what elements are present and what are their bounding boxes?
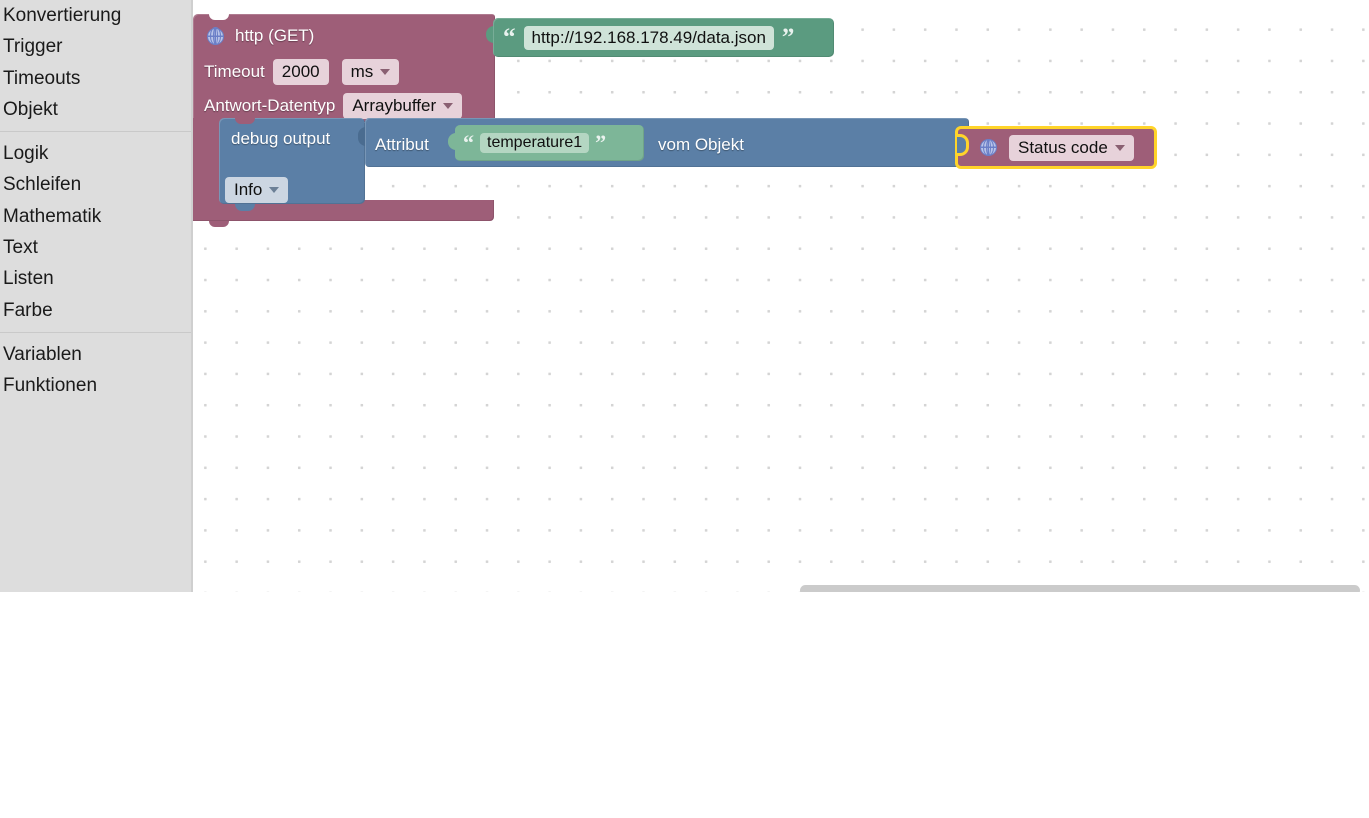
block-http-top-notch xyxy=(209,14,229,20)
block-text-url[interactable]: “ http://192.168.178.49/data.json ” xyxy=(493,18,834,57)
toolbox-group-3: Variablen Funktionen xyxy=(0,339,191,402)
block-http-left-column xyxy=(193,118,221,204)
block-attribute-value[interactable]: temperature1 xyxy=(480,133,590,153)
block-http-timeout-row: Timeout 2000 ms xyxy=(204,59,400,85)
close-quote-icon: ” xyxy=(781,24,795,51)
block-http-title: http (GET) xyxy=(235,26,315,45)
block-status-code[interactable]: Status code xyxy=(955,126,1157,169)
globe-icon xyxy=(980,138,997,157)
chevron-down-icon xyxy=(380,69,391,75)
chevron-down-icon xyxy=(1114,144,1125,151)
block-debug-level-label: Info xyxy=(234,180,263,199)
chevron-down-icon xyxy=(269,187,280,193)
chevron-down-icon xyxy=(443,103,454,109)
toolbox-item-logik[interactable]: Logik xyxy=(0,138,191,169)
toolbox-separator-1 xyxy=(0,131,191,133)
block-http-timeout-label: Timeout xyxy=(204,62,265,81)
toolbox-item-objekt[interactable]: Objekt xyxy=(0,94,191,125)
block-status-code-value: Status code xyxy=(1018,137,1108,157)
toolbox-sidebar: Konvertierung Trigger Timeouts Objekt Lo… xyxy=(0,0,191,592)
block-http-datatype-dropdown[interactable]: Arraybuffer xyxy=(343,93,463,119)
block-attribute-label: Attribut xyxy=(375,135,429,154)
toolbox-item-funktionen[interactable]: Funktionen xyxy=(0,370,191,401)
block-http-datatype-row: Antwort-Datentyp Arraybuffer xyxy=(204,93,463,119)
blockly-workspace-canvas[interactable]: http (GET) Timeout 2000 ms Antwort-Daten… xyxy=(193,0,1369,592)
open-quote-icon: “ xyxy=(503,24,516,51)
toolbox-group-1: Konvertierung Trigger Timeouts Objekt xyxy=(0,0,191,125)
open-quote-icon: “ xyxy=(463,130,474,155)
block-debug-top-notch xyxy=(235,118,255,124)
globe-icon xyxy=(207,27,224,45)
block-http-datatype-value: Arraybuffer xyxy=(352,96,437,115)
block-text-temperature[interactable]: “ temperature1 ” xyxy=(455,125,644,161)
block-attribute-object-row: vom Objekt xyxy=(658,135,744,155)
block-debug-title-row: debug output xyxy=(231,129,330,149)
block-attribute-object-label: vom Objekt xyxy=(658,135,744,154)
log-panel: javascript.0 22:14:45.722 info Start Jav… xyxy=(0,600,1369,818)
toolbox-item-trigger[interactable]: Trigger xyxy=(0,31,191,62)
toolbox-item-variablen[interactable]: Variablen xyxy=(0,339,191,370)
toolbox-item-konvertierung[interactable]: Konvertierung xyxy=(0,0,191,31)
block-http-datatype-label: Antwort-Datentyp xyxy=(204,96,336,115)
block-http-bottom-notch xyxy=(209,221,229,227)
toolbox-item-listen[interactable]: Listen xyxy=(0,263,191,294)
workspace-horizontal-scrollbar[interactable] xyxy=(800,585,1360,592)
blockly-editor-window: Konvertierung Trigger Timeouts Objekt Lo… xyxy=(0,0,1369,818)
toolbox-separator-2 xyxy=(0,331,191,333)
block-debug-title: debug output xyxy=(231,129,331,148)
toolbox-item-text[interactable]: Text xyxy=(0,232,191,263)
block-http-timeout-value[interactable]: 2000 xyxy=(272,59,329,85)
block-attribute-label-row: Attribut xyxy=(375,135,429,155)
toolbox-group-2: Logik Schleifen Mathematik Text Listen F… xyxy=(0,138,191,326)
block-debug-level-dropdown[interactable]: Info xyxy=(225,177,289,203)
block-url-value[interactable]: http://192.168.178.49/data.json xyxy=(523,25,774,50)
toolbox-item-schleifen[interactable]: Schleifen xyxy=(0,169,191,200)
toolbox-item-farbe[interactable]: Farbe xyxy=(0,295,191,326)
block-status-code-dropdown[interactable]: Status code xyxy=(1009,134,1134,161)
toolbox-item-mathematik[interactable]: Mathematik xyxy=(0,201,191,232)
toolbox-item-timeouts[interactable]: Timeouts xyxy=(0,63,191,94)
block-debug-level-row: Info xyxy=(225,177,289,203)
close-quote-icon: ” xyxy=(595,130,607,155)
block-http-title-row: http (GET) xyxy=(207,26,314,46)
block-http-timeout-unit-label: ms xyxy=(350,62,374,81)
block-http-timeout-unit-dropdown[interactable]: ms xyxy=(341,59,400,85)
